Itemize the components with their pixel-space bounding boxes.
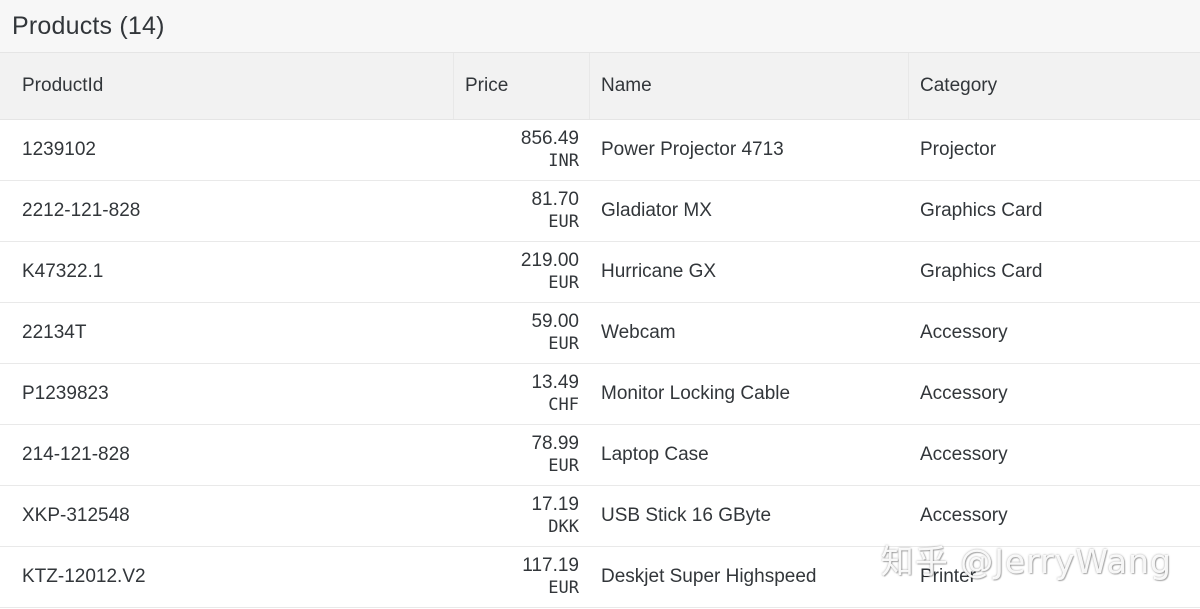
table-toolbar: Products (14): [0, 0, 1200, 53]
cell-category: Projector: [920, 138, 997, 160]
cell-category: Accessory: [920, 504, 1008, 526]
cell-price: 59.00 EUR: [453, 302, 589, 363]
cell-name: Deskjet Super Highspeed: [601, 565, 817, 587]
table-title: Products (14): [12, 11, 165, 40]
price-currency: EUR: [548, 577, 579, 598]
price-amount: 219.00: [520, 249, 579, 271]
cell-category: Printer: [920, 565, 976, 587]
table-row[interactable]: 22134T 59.00 EUR Webcam Accessory: [0, 302, 1200, 363]
cell-category: Accessory: [920, 382, 1008, 404]
price-amount: 13.49: [531, 371, 579, 393]
cell-name: Monitor Locking Cable: [601, 382, 791, 404]
cell-price: 78.99 EUR: [453, 424, 589, 485]
cell-product-id: XKP-312548: [22, 504, 130, 526]
cell-product-id: K47322.1: [22, 260, 104, 282]
cell-product-id: KTZ-12012.V2: [22, 565, 146, 587]
cell-name: Laptop Case: [601, 443, 709, 465]
cell-product-id: 22134T: [22, 321, 87, 343]
column-header-name[interactable]: Name: [589, 53, 908, 120]
price-currency: EUR: [548, 333, 579, 354]
cell-product-id: P1239823: [22, 382, 109, 404]
table-row[interactable]: KTZ-12012.V2 117.19 EUR Deskjet Super Hig…: [0, 546, 1200, 607]
cell-price: 81.70 EUR: [453, 180, 589, 241]
table-header-row: ProductId Price Name Category: [0, 53, 1200, 120]
price-currency: CHF: [548, 394, 579, 415]
price-amount: 59.00: [531, 310, 579, 332]
cell-name: Webcam: [601, 321, 676, 343]
price-amount: 81.70: [531, 188, 579, 210]
cell-category: Accessory: [920, 321, 1008, 343]
products-page: Products (14) ProductId Price Name Categ…: [0, 0, 1200, 609]
table-row[interactable]: 2212-121-828 81.70 EUR Gladiator MX Graph…: [0, 180, 1200, 241]
price-amount: 856.49: [520, 127, 579, 149]
table-row[interactable]: 214-121-828 78.99 EUR Laptop Case Accesso…: [0, 424, 1200, 485]
price-currency: DKK: [548, 516, 579, 537]
column-header-price[interactable]: Price: [453, 53, 589, 120]
cell-product-id: 214-121-828: [22, 443, 130, 465]
price-currency: EUR: [548, 211, 579, 232]
cell-name: USB Stick 16 GByte: [601, 504, 772, 526]
cell-category: Graphics Card: [920, 260, 1043, 282]
products-table: ProductId Price Name Category 1239102 85…: [0, 53, 1200, 608]
table-row[interactable]: XKP-312548 17.19 DKK USB Stick 16 GByte A…: [0, 485, 1200, 546]
cell-product-id: 1239102: [22, 138, 96, 160]
cell-price: 856.49 INR: [453, 119, 589, 180]
cell-category: Accessory: [920, 443, 1008, 465]
cell-name: Hurricane GX: [601, 260, 717, 282]
table-row[interactable]: P1239823 13.49 CHF Monitor Locking Cable …: [0, 363, 1200, 424]
price-amount: 17.19: [531, 493, 579, 515]
column-header-product-id[interactable]: ProductId: [0, 53, 453, 120]
table-row[interactable]: 1239102 856.49 INR Power Projector 4713 P…: [0, 119, 1200, 180]
price-amount: 78.99: [531, 432, 579, 454]
price-amount: 117.19: [522, 554, 579, 576]
cell-product-id: 2212-121-828: [22, 199, 141, 221]
cell-name: Gladiator MX: [601, 199, 712, 221]
cell-name: Power Projector 4713: [601, 138, 784, 160]
price-currency: EUR: [548, 272, 579, 293]
cell-category: Graphics Card: [920, 199, 1043, 221]
cell-price: 219.00 EUR: [453, 241, 589, 302]
price-currency: INR: [548, 150, 579, 171]
column-header-category[interactable]: Category: [908, 53, 1200, 120]
cell-price: 13.49 CHF: [453, 363, 589, 424]
cell-price: 17.19 DKK: [453, 485, 589, 546]
price-currency: EUR: [548, 455, 579, 476]
cell-price: 117.19 EUR: [453, 546, 589, 607]
table-row[interactable]: K47322.1 219.00 EUR Hurricane GX Graphics…: [0, 241, 1200, 302]
